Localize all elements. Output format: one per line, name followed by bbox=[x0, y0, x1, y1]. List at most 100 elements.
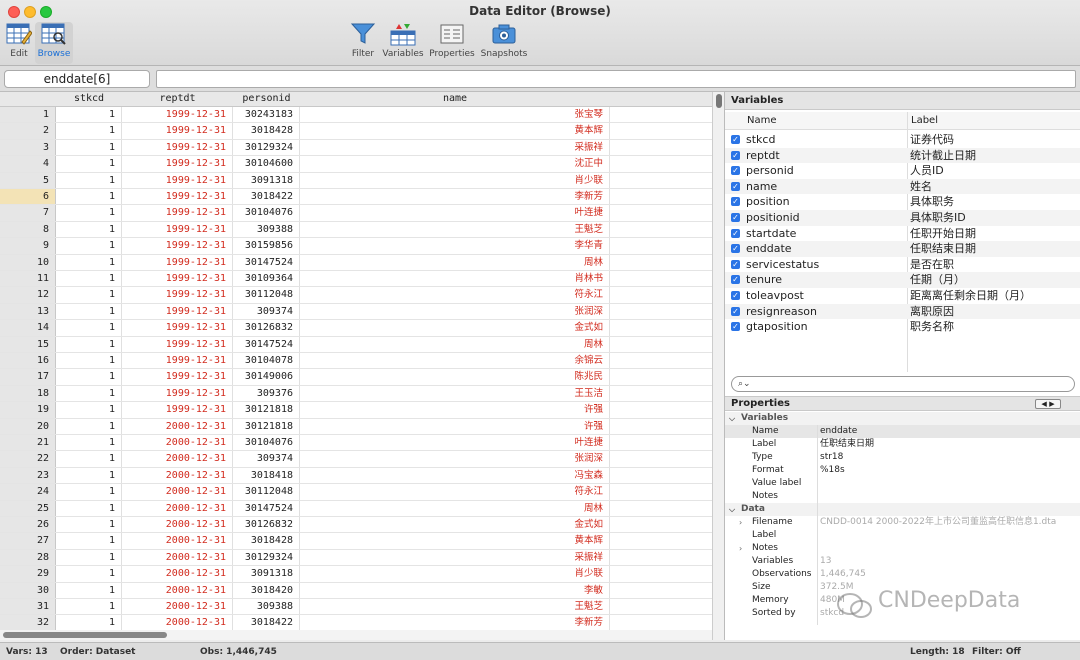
cell-stkcd[interactable]: 1 bbox=[56, 582, 122, 598]
cell-stkcd[interactable]: 1 bbox=[56, 549, 122, 566]
cell-personid[interactable]: 30104600 bbox=[233, 156, 300, 172]
cell-personid[interactable]: 3018422 bbox=[233, 189, 300, 205]
variable-row[interactable]: ✓ positionid 具体职务ID bbox=[725, 210, 1080, 226]
cell-stkcd[interactable]: 1 bbox=[56, 156, 122, 172]
cell-reptdt[interactable]: 1999-12-31 bbox=[122, 254, 233, 270]
cell-value-field[interactable] bbox=[156, 70, 1076, 88]
row-number[interactable]: 2 bbox=[0, 123, 56, 139]
row-number[interactable]: 18 bbox=[0, 385, 56, 402]
variable-visible-checkbox[interactable]: ✓ bbox=[731, 197, 740, 207]
cell-name[interactable]: 黄本辉 bbox=[300, 123, 610, 139]
horizontal-scroll-thumb[interactable] bbox=[3, 632, 167, 638]
chevron-right-icon[interactable]: › bbox=[739, 542, 742, 555]
table-row[interactable]: 16 1 1999-12-31 30104078 余锦云 bbox=[0, 353, 712, 370]
cell-reptdt[interactable]: 2000-12-31 bbox=[122, 549, 233, 566]
variable-visible-checkbox[interactable]: ✓ bbox=[731, 322, 740, 332]
table-row[interactable]: 19 1 1999-12-31 30121818 许强 bbox=[0, 402, 712, 419]
variable-visible-checkbox[interactable]: ✓ bbox=[731, 291, 740, 300]
variable-row[interactable]: ✓ tenure 任期（月） bbox=[725, 272, 1080, 288]
variable-row[interactable]: ✓ gtaposition 职务名称 bbox=[725, 319, 1080, 335]
cell-reptdt[interactable]: 2000-12-31 bbox=[122, 435, 233, 451]
cell-stkcd[interactable]: 1 bbox=[56, 418, 122, 434]
table-row[interactable]: 9 1 1999-12-31 30159856 李华青 bbox=[0, 238, 712, 255]
cell-stkcd[interactable]: 1 bbox=[56, 172, 122, 188]
cell-reptdt[interactable]: 2000-12-31 bbox=[122, 599, 233, 615]
property-row[interactable]: Observations 1,446,745 bbox=[725, 568, 1080, 581]
row-number[interactable]: 17 bbox=[0, 369, 56, 385]
table-row[interactable]: 13 1 1999-12-31 309374 张润深 bbox=[0, 303, 712, 321]
table-row[interactable]: 17 1 1999-12-31 30149006 陈兆民 bbox=[0, 369, 712, 386]
cell-personid[interactable]: 30129324 bbox=[233, 139, 300, 156]
cell-name[interactable]: 黄本辉 bbox=[300, 533, 610, 549]
cell-personid[interactable]: 30112048 bbox=[233, 484, 300, 500]
variables-label-column-header[interactable]: Label bbox=[911, 115, 938, 126]
cell-stkcd[interactable]: 1 bbox=[56, 435, 122, 451]
variable-row[interactable]: ✓ toleavpost 距离离任剩余日期（月） bbox=[725, 288, 1080, 304]
row-number[interactable]: 10 bbox=[0, 254, 56, 270]
property-row[interactable]: Format %18s bbox=[725, 464, 1080, 477]
cell-personid[interactable]: 3018420 bbox=[233, 582, 300, 598]
row-number[interactable]: 27 bbox=[0, 533, 56, 549]
cell-reference-field[interactable]: enddate[6] bbox=[4, 70, 150, 88]
cell-stkcd[interactable]: 1 bbox=[56, 303, 122, 320]
cell-stkcd[interactable]: 1 bbox=[56, 451, 122, 467]
cell-personid[interactable]: 309388 bbox=[233, 599, 300, 615]
table-row[interactable]: 5 1 1999-12-31 3091318 肖少联 bbox=[0, 172, 712, 189]
cell-stkcd[interactable]: 1 bbox=[56, 517, 122, 533]
variable-row[interactable]: ✓ stkcd 证券代码 bbox=[725, 132, 1080, 148]
row-number[interactable]: 7 bbox=[0, 205, 56, 221]
property-row[interactable]: › Filename CNDD-0014 2000-2022年上市公司董监高任职信息… bbox=[725, 516, 1080, 529]
property-row[interactable]: Name enddate bbox=[725, 425, 1080, 438]
table-row[interactable]: 28 1 2000-12-31 30129324 采振祥 bbox=[0, 549, 712, 567]
table-row[interactable]: 12 1 1999-12-31 30112048 符永江 bbox=[0, 287, 712, 304]
cell-personid[interactable]: 30109364 bbox=[233, 271, 300, 287]
cell-name[interactable]: 余锦云 bbox=[300, 353, 610, 369]
cell-name[interactable]: 李新芳 bbox=[300, 615, 610, 631]
row-number[interactable]: 19 bbox=[0, 402, 56, 418]
variable-visible-checkbox[interactable]: ✓ bbox=[731, 213, 740, 222]
cell-name[interactable]: 采振祥 bbox=[300, 549, 610, 566]
variable-row[interactable]: ✓ servicestatus 是否在职 bbox=[725, 257, 1080, 273]
variable-visible-checkbox[interactable]: ✓ bbox=[731, 259, 740, 269]
cell-name[interactable]: 李新芳 bbox=[300, 189, 610, 205]
table-row[interactable]: 2 1 1999-12-31 3018428 黄本辉 bbox=[0, 123, 712, 140]
table-row[interactable]: 21 1 2000-12-31 30104076 叶连捷 bbox=[0, 435, 712, 452]
cell-personid[interactable]: 30159856 bbox=[233, 238, 300, 254]
cell-stkcd[interactable]: 1 bbox=[56, 107, 122, 123]
variable-row[interactable]: ✓ name 姓名 bbox=[725, 178, 1080, 195]
variable-visible-checkbox[interactable]: ✓ bbox=[731, 306, 740, 316]
cell-personid[interactable]: 30104076 bbox=[233, 435, 300, 451]
cell-stkcd[interactable]: 1 bbox=[56, 238, 122, 254]
property-row[interactable]: Label bbox=[725, 529, 1080, 542]
cell-personid[interactable]: 30121818 bbox=[233, 402, 300, 418]
property-row[interactable]: Value label bbox=[725, 477, 1080, 490]
property-row[interactable]: Variables 13 bbox=[725, 555, 1080, 568]
property-row[interactable]: › Notes bbox=[725, 542, 1080, 555]
cell-name[interactable]: 肖林书 bbox=[300, 271, 610, 287]
cell-reptdt[interactable]: 2000-12-31 bbox=[122, 418, 233, 434]
vertical-scroll-thumb[interactable] bbox=[716, 94, 722, 108]
cell-name[interactable]: 张宝琴 bbox=[300, 107, 610, 123]
cell-personid[interactable]: 3091318 bbox=[233, 172, 300, 188]
variable-row[interactable]: ✓ reptdt 统计截止日期 bbox=[725, 147, 1080, 164]
cell-personid[interactable]: 309374 bbox=[233, 451, 300, 467]
cell-reptdt[interactable]: 1999-12-31 bbox=[122, 287, 233, 303]
row-number[interactable]: 1 bbox=[0, 107, 56, 123]
row-number[interactable]: 21 bbox=[0, 435, 56, 451]
cell-stkcd[interactable]: 1 bbox=[56, 533, 122, 549]
cell-reptdt[interactable]: 1999-12-31 bbox=[122, 189, 233, 205]
cell-personid[interactable]: 309376 bbox=[233, 385, 300, 402]
cell-stkcd[interactable]: 1 bbox=[56, 336, 122, 352]
table-row[interactable]: 4 1 1999-12-31 30104600 沈正中 bbox=[0, 156, 712, 173]
grid-horizontal-scrollbar[interactable] bbox=[0, 630, 712, 640]
snapshots-button[interactable]: Snapshots bbox=[480, 22, 528, 64]
cell-stkcd[interactable]: 1 bbox=[56, 467, 122, 484]
cell-reptdt[interactable]: 1999-12-31 bbox=[122, 369, 233, 385]
table-row[interactable]: 29 1 2000-12-31 3091318 肖少联 bbox=[0, 566, 712, 583]
cell-reptdt[interactable]: 1999-12-31 bbox=[122, 303, 233, 320]
row-number[interactable]: 24 bbox=[0, 484, 56, 500]
row-number[interactable]: 14 bbox=[0, 320, 56, 336]
cell-stkcd[interactable]: 1 bbox=[56, 353, 122, 369]
cell-stkcd[interactable]: 1 bbox=[56, 615, 122, 631]
cell-reptdt[interactable]: 1999-12-31 bbox=[122, 353, 233, 369]
